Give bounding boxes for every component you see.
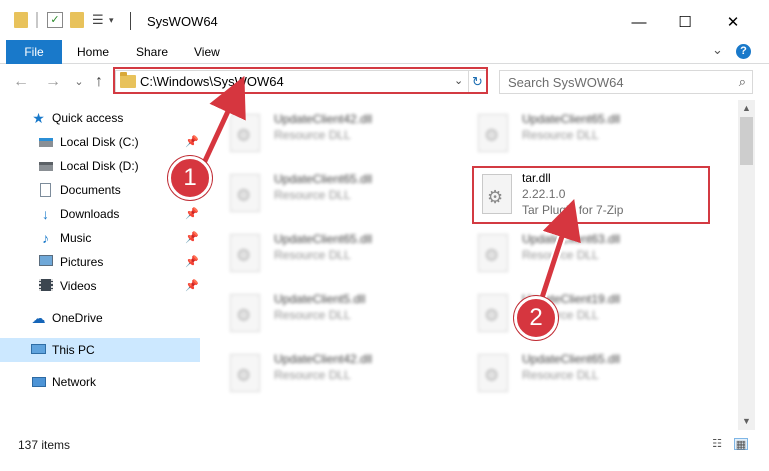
annotation-arrows [193, 75, 581, 312]
callout-badge-2: 2 [514, 296, 558, 340]
callout-badge-1: 1 [168, 156, 212, 200]
